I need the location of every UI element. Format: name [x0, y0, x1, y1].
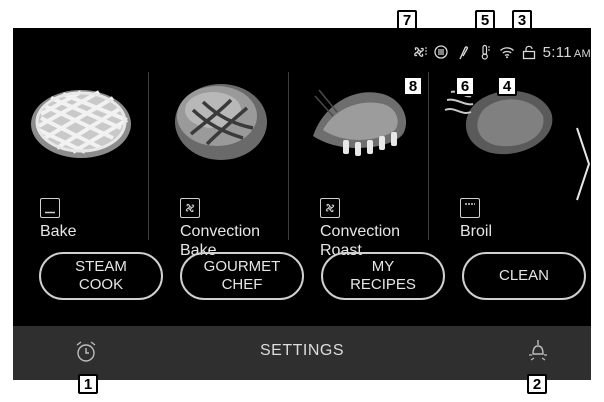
callout-5: 5	[475, 10, 495, 30]
callout-2: 2	[527, 374, 547, 394]
clock-ampm: AM	[573, 47, 591, 60]
divider	[148, 72, 149, 240]
bottom-bar: SETTINGS	[13, 326, 591, 380]
cooking-modes: Bake Convection Bake Convection Roast Br…	[13, 72, 591, 259]
pie-image	[31, 90, 131, 158]
quick-buttons: STEAM COOK GOURMET CHEF MY RECIPES CLEAN	[13, 248, 591, 308]
probe-icon	[455, 44, 471, 60]
wifi-icon	[499, 44, 515, 60]
settings-button[interactable]: SETTINGS	[13, 342, 591, 360]
fan-icon	[411, 44, 427, 60]
mode-label: Bake	[40, 223, 77, 240]
broil-icon	[460, 198, 480, 218]
fan-icon	[180, 198, 200, 218]
fan-icon	[320, 198, 340, 218]
lock-icon	[521, 44, 537, 60]
clock-time: 5:11 AM	[542, 43, 591, 61]
mode-convection-bake[interactable]: Convection Bake	[153, 72, 289, 259]
thermometer-icon	[477, 44, 493, 60]
oven-light-icon[interactable]	[527, 338, 549, 366]
status-bar: 5:11 AM	[411, 42, 591, 62]
mode-bake[interactable]: Bake	[13, 72, 149, 242]
callout-7: 7	[397, 10, 417, 30]
bake-icon	[40, 198, 60, 218]
clean-button[interactable]: CLEAN	[462, 252, 586, 300]
bread-image	[175, 84, 267, 160]
mode-broil[interactable]: Broil	[433, 72, 569, 242]
mode-convection-roast[interactable]: Convection Roast	[293, 72, 429, 259]
mode-label: Broil	[460, 223, 493, 240]
gourmet-chef-button[interactable]: GOURMET CHEF	[180, 252, 304, 300]
steam-icon	[433, 44, 449, 60]
callout-6: 6	[455, 76, 475, 96]
chevron-right-icon[interactable]	[573, 124, 591, 204]
divider	[428, 72, 429, 240]
divider	[288, 72, 289, 240]
steam-cook-button[interactable]: STEAM COOK	[39, 252, 163, 300]
callout-4: 4	[497, 76, 517, 96]
my-recipes-button[interactable]: MY RECIPES	[321, 252, 445, 300]
callout-8: 8	[403, 76, 423, 96]
callout-3: 3	[512, 10, 532, 30]
roast-image	[313, 89, 407, 156]
callout-1: 1	[78, 374, 98, 394]
